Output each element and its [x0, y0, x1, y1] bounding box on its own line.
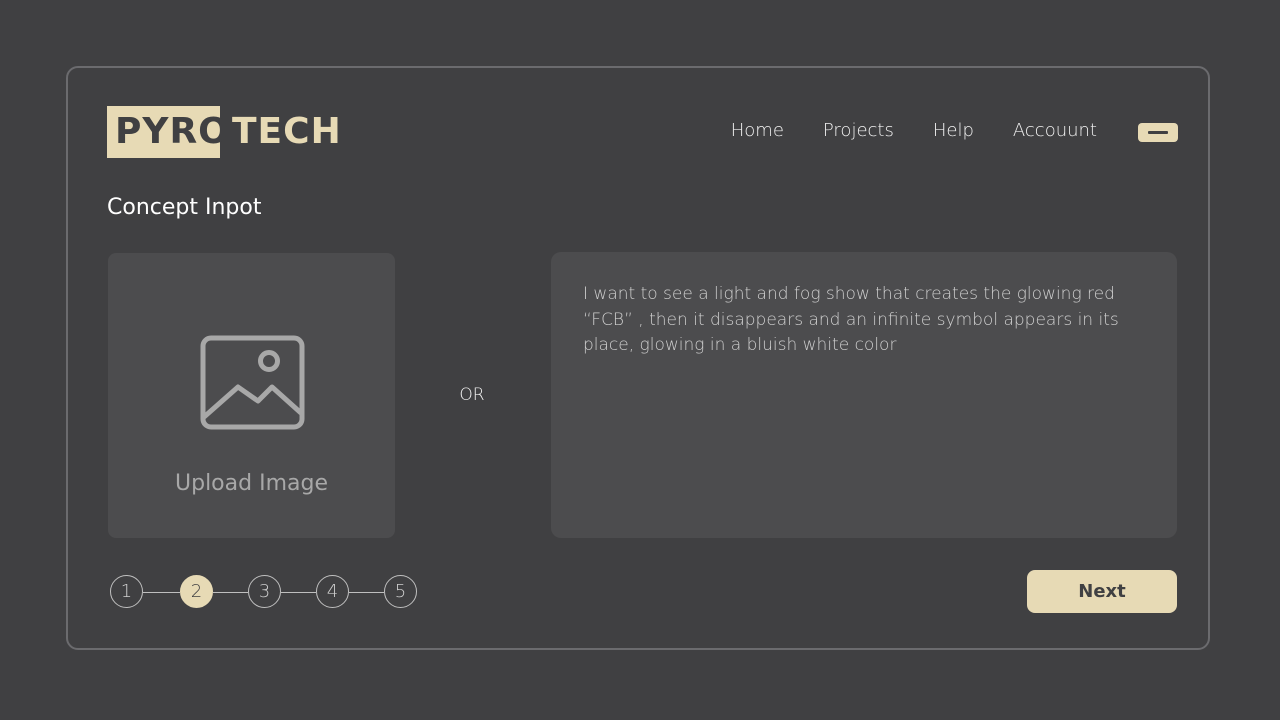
next-button[interactable]: Next [1027, 570, 1177, 613]
menu-button[interactable] [1138, 123, 1178, 142]
upload-image-dropzone[interactable]: Upload Image [108, 253, 395, 538]
top-nav: Home Projects Help Accouunt [731, 118, 1097, 144]
nav-link-help[interactable]: Help [933, 118, 974, 144]
concept-text-input[interactable]: I want to see a light and fog show that … [551, 252, 1177, 538]
logo-right-text: TECH [232, 111, 342, 152]
or-divider-label: OR [459, 385, 485, 405]
step-connector [213, 591, 248, 593]
step-4[interactable]: 4 [316, 575, 349, 608]
step-3[interactable]: 3 [248, 575, 281, 608]
step-connector [349, 591, 384, 593]
step-5[interactable]: 5 [384, 575, 417, 608]
step-indicator: 1 2 3 4 5 [110, 575, 418, 609]
step-2[interactable]: 2 [180, 575, 213, 608]
upload-image-label: Upload Image [175, 471, 328, 496]
logo[interactable]: PYRO TECH [107, 106, 342, 158]
page-title: Concept Inpot [107, 195, 262, 220]
logo-left-text: PYRO [107, 106, 229, 158]
nav-link-projects[interactable]: Projects [823, 118, 894, 144]
nav-link-home[interactable]: Home [731, 118, 784, 144]
minus-icon [1148, 131, 1168, 134]
step-connector [281, 591, 316, 593]
image-icon [200, 335, 305, 430]
step-1[interactable]: 1 [110, 575, 143, 608]
nav-link-account[interactable]: Accouunt [1013, 118, 1097, 144]
step-connector [143, 591, 180, 593]
